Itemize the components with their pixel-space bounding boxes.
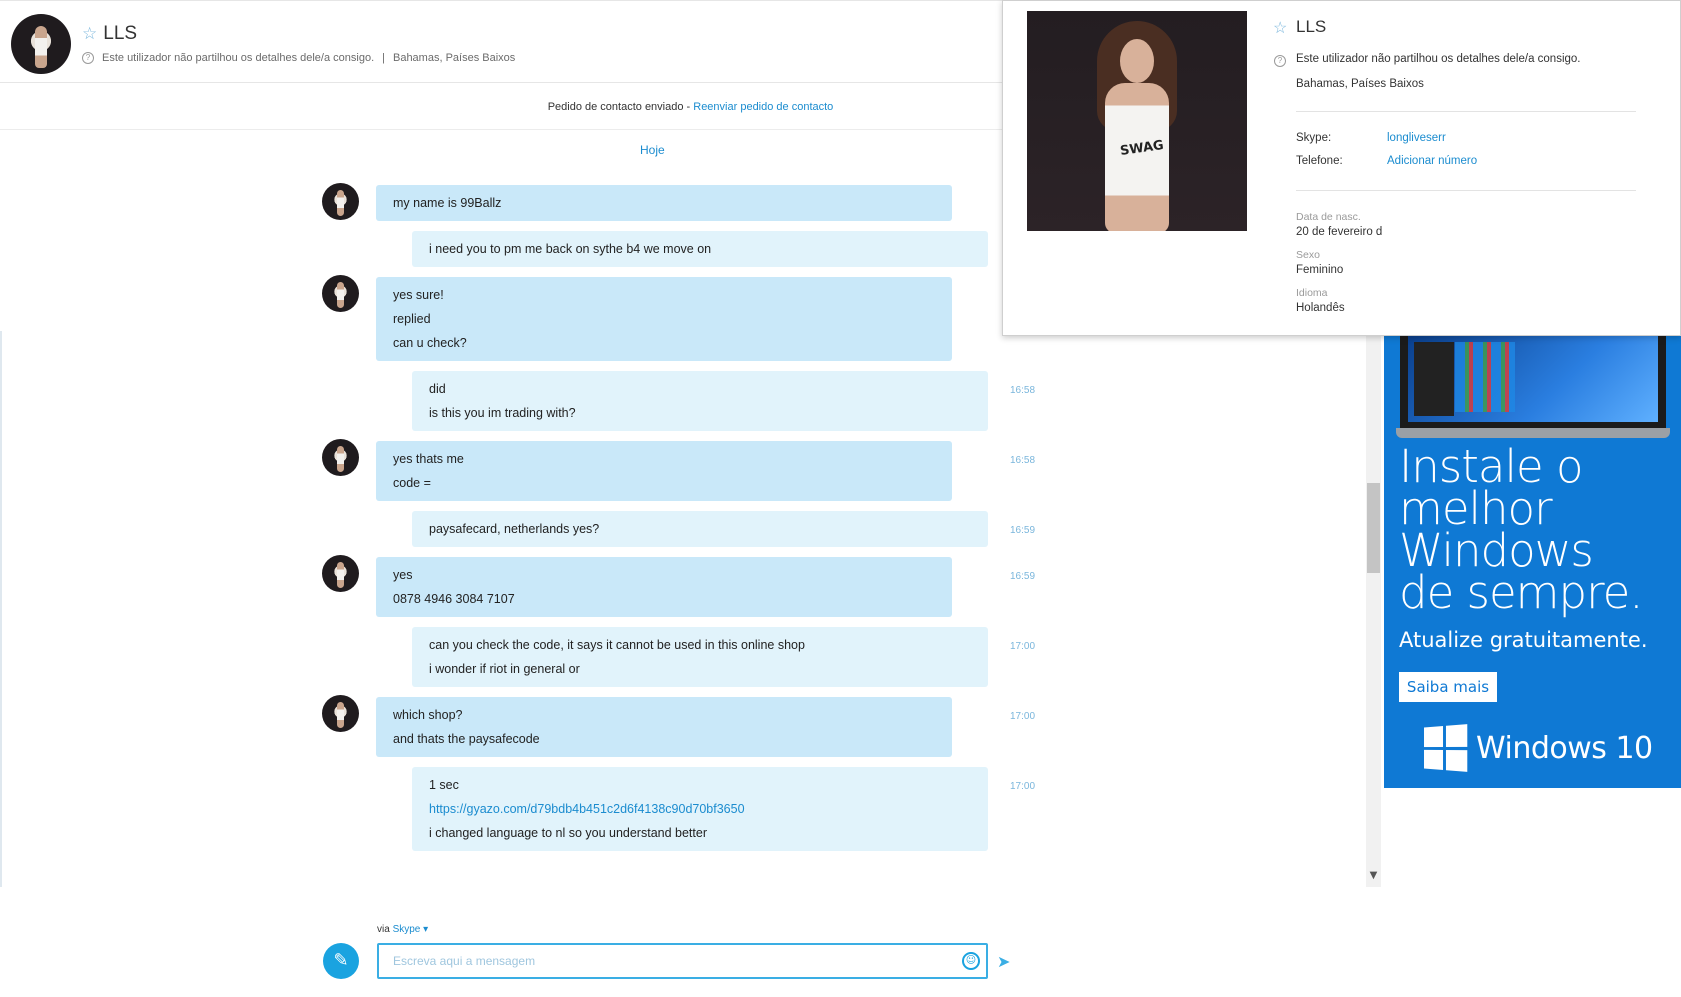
laptop-image xyxy=(1396,336,1670,438)
message-text: can u check? xyxy=(393,336,467,350)
message-text: i changed language to nl so you understa… xyxy=(429,826,707,840)
profile-photo: SWAG xyxy=(1027,11,1247,231)
emoji-icon[interactable]: ☺ xyxy=(962,952,980,970)
windows-logo-icon xyxy=(1424,724,1468,772)
divider xyxy=(1296,111,1636,112)
message-bubble-in[interactable]: yes 0878 4946 3084 7107 xyxy=(376,557,952,617)
message-bubble-out[interactable]: did is this you im trading with? xyxy=(412,371,988,431)
windows10-ad[interactable]: Instale o melhor Windows de sempre. Atua… xyxy=(1384,336,1681,788)
message-avatar[interactable] xyxy=(322,183,359,220)
birth-label: Data de nasc. xyxy=(1296,211,1361,223)
message-text: my name is 99Ballz xyxy=(393,196,502,210)
message-text: yes xyxy=(393,568,413,582)
send-icon[interactable]: ➤ xyxy=(997,952,1017,971)
favorite-star-icon[interactable]: ☆ xyxy=(1273,18,1287,38)
message-text: code = xyxy=(393,476,431,490)
via-service[interactable]: Skype xyxy=(393,924,421,935)
profile-card: SWAG ☆ LLS ? Este utilizador não partilh… xyxy=(1002,0,1681,336)
message-composer[interactable]: ☺ xyxy=(377,943,988,979)
windows-logo: Windows 10 xyxy=(1422,724,1653,772)
message-text: is this you im trading with? xyxy=(429,406,576,420)
message-timestamp: 17:00 xyxy=(1010,781,1036,792)
message-input[interactable] xyxy=(379,945,939,977)
message-text: and thats the paysafecode xyxy=(393,732,540,746)
message-timestamp: 16:58 xyxy=(1010,455,1036,466)
contact-name[interactable]: LLS xyxy=(103,23,137,45)
message-avatar[interactable] xyxy=(322,695,359,732)
message-text: i need you to pm me back on sythe b4 we … xyxy=(429,242,712,256)
profile-location: Bahamas, Países Baixos xyxy=(1296,78,1424,90)
message-bubble-in[interactable]: yes sure! replied can u check? xyxy=(376,277,952,361)
ad-learn-more-button[interactable]: Saiba mais xyxy=(1399,672,1497,702)
message-bubble-in[interactable]: yes thats me code = xyxy=(376,441,952,501)
notice-text: Pedido de contacto enviado - xyxy=(547,101,694,113)
message-text: which shop? xyxy=(393,708,463,722)
birth-value: 20 de fevereiro d xyxy=(1296,226,1383,238)
language-label: Idioma xyxy=(1296,287,1328,299)
message-text: yes thats me xyxy=(393,452,464,466)
message-text: i wonder if riot in general or xyxy=(429,662,580,676)
add-phone-link[interactable]: Adicionar número xyxy=(1387,155,1477,167)
message-bubble-in[interactable]: which shop? and thats the paysafecode xyxy=(376,697,952,757)
ad-headline: Instale o melhor Windows de sempre. xyxy=(1399,440,1644,619)
separator: | xyxy=(382,52,385,64)
message-text: did xyxy=(429,382,446,396)
question-icon: ? xyxy=(82,52,94,64)
message-text: 1 sec xyxy=(429,778,459,792)
message-bubble-out[interactable]: 1 sec https://gyazo.com/d79bdb4b451c2d6f4… xyxy=(412,767,988,851)
contact-avatar[interactable] xyxy=(11,14,71,74)
message-text: replied xyxy=(393,312,431,326)
message-bubble-out[interactable]: paysafecard, netherlands yes? xyxy=(412,511,988,547)
message-bubble-out[interactable]: i need you to pm me back on sythe b4 we … xyxy=(412,231,988,267)
question-icon: ? xyxy=(1274,55,1286,67)
chevron-down-icon[interactable]: ▾ xyxy=(420,924,428,935)
message-link[interactable]: https://gyazo.com/d79bdb4b451c2d6f4138c9… xyxy=(412,797,988,821)
message-text: 0878 4946 3084 7107 xyxy=(393,592,515,606)
gender-value: Feminino xyxy=(1296,264,1344,276)
ad-logo-text: Windows 10 xyxy=(1476,730,1653,766)
resend-request-link[interactable]: Reenviar pedido de contacto xyxy=(693,101,833,113)
language-value: Holandês xyxy=(1296,302,1345,314)
via-selector[interactable]: via Skype ▾ xyxy=(377,924,428,935)
message-avatar[interactable] xyxy=(322,439,359,476)
message-text: paysafecard, netherlands yes? xyxy=(429,522,600,536)
message-timestamp: 17:00 xyxy=(1010,641,1036,652)
message-timestamp: 17:00 xyxy=(1010,711,1036,722)
message-avatar[interactable] xyxy=(322,275,359,312)
skype-label: Skype: xyxy=(1296,132,1332,144)
message-text: can you check the code, it says it canno… xyxy=(429,638,805,652)
chat-header: ☆ LLS ? Este utilizador não partilhou os… xyxy=(0,0,1004,83)
message-timestamp: 16:59 xyxy=(1010,525,1036,536)
contact-status: Este utilizador não partilhou os detalhe… xyxy=(102,52,375,64)
scroll-down-icon[interactable]: ▼ xyxy=(1366,868,1381,884)
message-text: yes sure! xyxy=(393,288,444,302)
message-timestamp: 16:59 xyxy=(1010,571,1036,582)
attach-paperclip-icon[interactable]: ✎ xyxy=(323,943,359,979)
message-bubble-out[interactable]: can you check the code, it says it canno… xyxy=(412,627,988,687)
profile-name: LLS xyxy=(1296,17,1327,36)
gender-label: Sexo xyxy=(1296,249,1320,261)
divider xyxy=(1296,190,1636,191)
message-bubble-in[interactable]: my name is 99Ballz xyxy=(376,185,952,221)
skype-id-link[interactable]: longliveserr xyxy=(1387,132,1446,144)
message-avatar[interactable] xyxy=(322,555,359,592)
ad-subline: Atualize gratuitamente. xyxy=(1399,628,1648,652)
scrollbar-thumb[interactable] xyxy=(1367,483,1380,573)
favorite-star-icon[interactable]: ☆ xyxy=(82,25,97,43)
profile-status: Este utilizador não partilhou os detalhe… xyxy=(1296,53,1581,65)
phone-label: Telefone: xyxy=(1296,155,1343,167)
message-timestamp: 16:58 xyxy=(1010,385,1036,396)
contact-location: Bahamas, Países Baixos xyxy=(392,52,516,64)
via-label: via xyxy=(377,924,390,935)
day-separator: Hoje xyxy=(640,143,665,157)
